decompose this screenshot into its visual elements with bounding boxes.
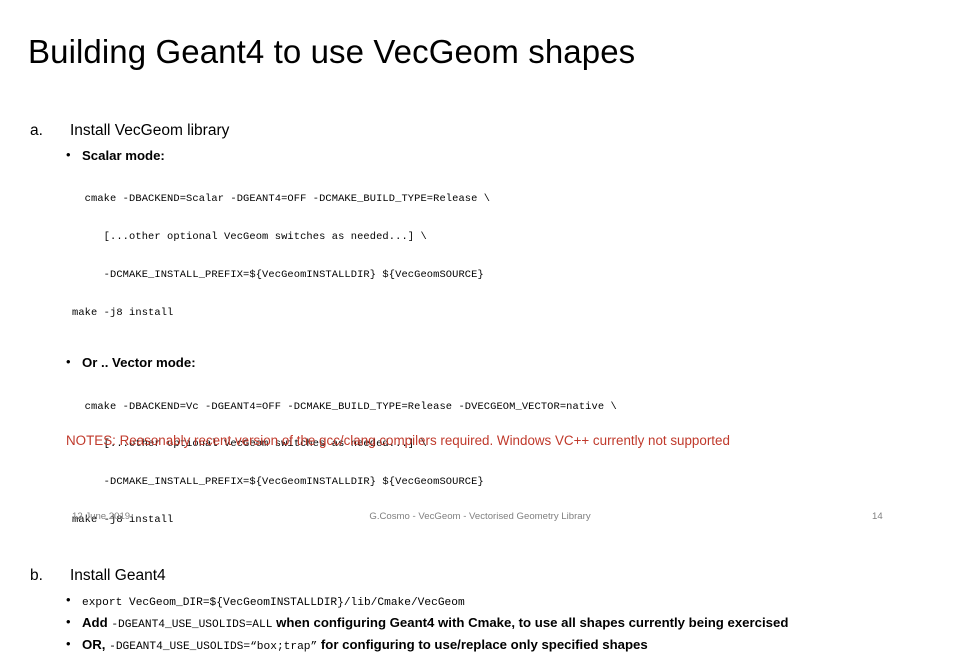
list-item-a: a. Install VecGeom library	[0, 120, 960, 141]
list-marker-b: b.	[30, 566, 43, 584]
bullet-icon: •	[66, 635, 71, 651]
add-flag-suffix: when configuring Geant4 with Cmake, to u…	[272, 614, 789, 630]
code-line: make -j8 install	[72, 306, 174, 319]
slide-body: a. Install VecGeom library • Scalar mode…	[0, 120, 960, 657]
bullet-icon: •	[66, 591, 71, 607]
notes-text: NOTES: Reasonably recent version of the …	[66, 433, 730, 448]
footer-title: G.Cosmo - VecGeom - Vectorised Geometry …	[369, 511, 591, 522]
code-line: [...other optional VecGeom switches as n…	[72, 230, 427, 243]
or-flag-prefix: OR,	[82, 636, 110, 652]
page-title: Building Geant4 to use VecGeom shapes	[28, 33, 636, 70]
bullet-icon: •	[66, 147, 71, 162]
scalar-mode-label: Scalar mode:	[82, 148, 165, 163]
list-marker-a: a.	[30, 122, 43, 139]
code-line: -DCMAKE_INSTALL_PREFIX=${VecGeomINSTALLD…	[72, 268, 484, 281]
or-flag-suffix: for configuring to use/replace only spec…	[317, 636, 648, 652]
slide-canvas: Building Geant4 to use VecGeom shapes a.…	[0, 0, 960, 653]
vector-mode-label: Or .. Vector mode:	[82, 355, 196, 371]
list-item-scalar-mode: • Scalar mode:	[0, 146, 960, 165]
footer-page-number: 14	[872, 511, 883, 522]
list-item-add-flag: • Add -DGEANT4_USE_USOLIDS=ALL when conf…	[0, 613, 960, 635]
export-command: export VecGeom_DIR=${VecGeomINSTALLDIR}/…	[82, 596, 465, 609]
list-item-b: b. Install Geant4	[0, 565, 960, 586]
bullet-icon: •	[66, 613, 71, 629]
add-flag-prefix: Add	[82, 614, 112, 630]
list-item-export: • export VecGeom_DIR=${VecGeomINSTALLDIR…	[0, 591, 960, 613]
code-line: cmake -DBACKEND=Vc -DGEANT4=OFF -DCMAKE_…	[72, 400, 617, 413]
code-block-scalar: cmake -DBACKEND=Scalar -DGEANT4=OFF -DCM…	[0, 168, 960, 344]
list-item-vector-mode: • Or .. Vector mode:	[0, 353, 960, 372]
section-a-heading: Install VecGeom library	[70, 122, 230, 139]
usolids-all-flag: -DGEANT4_USE_USOLIDS=ALL	[111, 618, 273, 631]
section-b-heading: Install Geant4	[70, 566, 166, 584]
code-block-vector: cmake -DBACKEND=Vc -DGEANT4=OFF -DCMAKE_…	[0, 375, 960, 551]
code-line: -DCMAKE_INSTALL_PREFIX=${VecGeomINSTALLD…	[72, 476, 484, 489]
slide-footer: 12 June 2019 G.Cosmo - VecGeom - Vectori…	[0, 509, 960, 525]
usolids-shapes-flag: -DGEANT4_USE_USOLIDS=“box;trap”	[109, 640, 318, 653]
code-line: cmake -DBACKEND=Scalar -DGEANT4=OFF -DCM…	[72, 193, 491, 206]
list-item-or-flag: • OR, -DGEANT4_USE_USOLIDS=“box;trap” fo…	[0, 635, 960, 657]
bullet-icon: •	[66, 354, 71, 370]
